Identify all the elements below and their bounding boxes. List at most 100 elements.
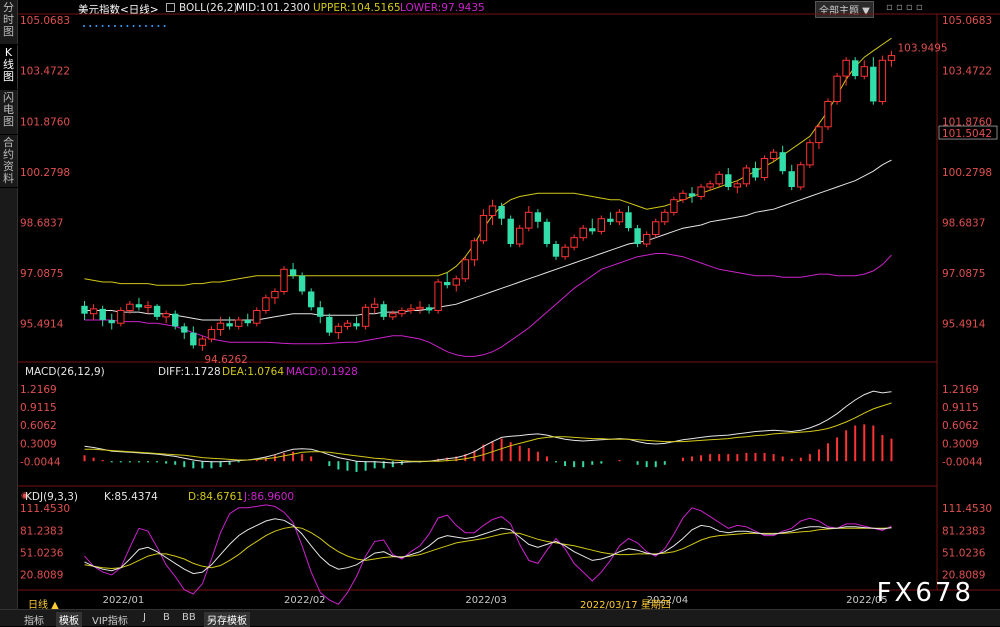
candle: [216, 322, 225, 331]
dot-marker: [126, 25, 129, 27]
dot-marker: [89, 25, 92, 27]
candle: [181, 326, 188, 333]
candle: [308, 291, 315, 308]
x-tick-label: 2022/02: [284, 595, 326, 606]
candle: [280, 268, 288, 292]
candle: [190, 332, 197, 346]
candle: [797, 164, 805, 188]
candle: [361, 306, 370, 327]
candle: [516, 227, 524, 245]
kdj-tick-right: 81.2383: [942, 525, 985, 537]
macd-dea-line: [84, 402, 892, 462]
candle: [643, 234, 651, 245]
candle: [507, 218, 514, 244]
candle: [452, 278, 461, 286]
candle: [380, 304, 387, 317]
candle: [887, 55, 896, 61]
candle: [824, 101, 832, 128]
candle: [688, 193, 696, 197]
kdj-tick-left: 111.4530: [20, 503, 70, 515]
candle: [353, 323, 360, 327]
candle: [99, 308, 106, 320]
candle: [444, 282, 451, 286]
candle: [416, 306, 424, 310]
tab-k-chart[interactable]: K线图: [0, 45, 18, 89]
boll-mid-line: [84, 159, 892, 321]
tab-j[interactable]: J: [143, 612, 146, 623]
candle: [697, 186, 705, 197]
candle: [652, 221, 660, 236]
candle: [561, 246, 569, 258]
candle: [398, 310, 406, 315]
candle: [198, 338, 207, 346]
candle: [534, 212, 542, 222]
candle: [878, 59, 887, 102]
candle: [742, 167, 751, 185]
macd-tick-right: 1.2169: [942, 384, 979, 396]
price-tick-left: 98.6837: [20, 217, 63, 229]
candle: [634, 228, 641, 244]
dot-marker: [157, 25, 160, 27]
tab-bb[interactable]: BB: [182, 612, 196, 623]
candle: [552, 244, 560, 257]
candle: [715, 173, 723, 185]
candle: [661, 211, 669, 223]
candle: [525, 211, 533, 229]
price-tick-right: 98.6837: [942, 217, 985, 229]
candle: [479, 215, 488, 242]
candle: [162, 313, 170, 318]
candle: [153, 305, 161, 317]
low-price-label: 94.6262: [204, 354, 247, 366]
candle: [244, 320, 251, 324]
price-tick-right: 100.2798: [942, 167, 992, 179]
price-tick-left: 95.4914: [20, 318, 64, 330]
price-tick-right: 97.0875: [942, 268, 985, 280]
dot-marker: [132, 25, 135, 27]
candle: [498, 206, 505, 219]
candle: [389, 313, 397, 318]
bottom-toolbar: 指标 模板 VIP指标 J B BB 另存模板: [0, 609, 1000, 627]
macd-tick-left: 0.3009: [20, 438, 57, 450]
candle: [570, 237, 578, 248]
boll-upper-line: [84, 37, 892, 286]
candle: [769, 151, 778, 159]
price-tick-right: 95.4914: [942, 318, 986, 330]
candle: [579, 227, 587, 239]
candle: [172, 313, 179, 327]
price-tick-left: 105.0683: [20, 15, 70, 27]
candle: [806, 142, 814, 166]
dot-marker: [101, 25, 104, 27]
candle: [317, 307, 324, 317]
tab-flash-chart[interactable]: 闪电图: [0, 90, 18, 134]
dot-marker: [163, 25, 166, 27]
candle: [135, 304, 143, 308]
macd-tick-right: 0.3009: [942, 438, 979, 450]
macd-tick-right: -0.0044: [942, 456, 983, 468]
macd-tick-left: 0.6062: [20, 420, 57, 432]
candle: [870, 66, 877, 102]
macd-tick-left: 1.2169: [20, 384, 57, 396]
candle: [589, 228, 596, 232]
dot-marker: [120, 25, 123, 27]
candle: [226, 323, 233, 327]
candle: [461, 259, 470, 280]
price-chart-area[interactable]: 105.0683 105.0683 103.4722 103.4722 101.8760…: [18, 0, 1000, 609]
side-panel-filler: [0, 188, 18, 609]
dot-marker: [107, 25, 110, 27]
kdj-tick-left: 20.8089: [20, 569, 63, 581]
candle: [207, 329, 216, 340]
candle: [815, 126, 823, 144]
tab-contract-info[interactable]: 合约资料: [0, 135, 18, 187]
candle: [326, 316, 333, 333]
candle: [289, 269, 297, 276]
candle: [725, 174, 732, 187]
dot-marker: [151, 25, 154, 27]
tab-time-chart[interactable]: 分时图: [0, 0, 18, 44]
candle: [298, 275, 306, 292]
tab-b[interactable]: B: [163, 612, 170, 623]
dot-marker: [145, 25, 147, 27]
candle: [271, 291, 279, 299]
dot-marker: [138, 25, 141, 27]
x-tick-label: 2022/03: [465, 595, 507, 606]
kdj-tick-right: 111.4530: [942, 503, 992, 515]
